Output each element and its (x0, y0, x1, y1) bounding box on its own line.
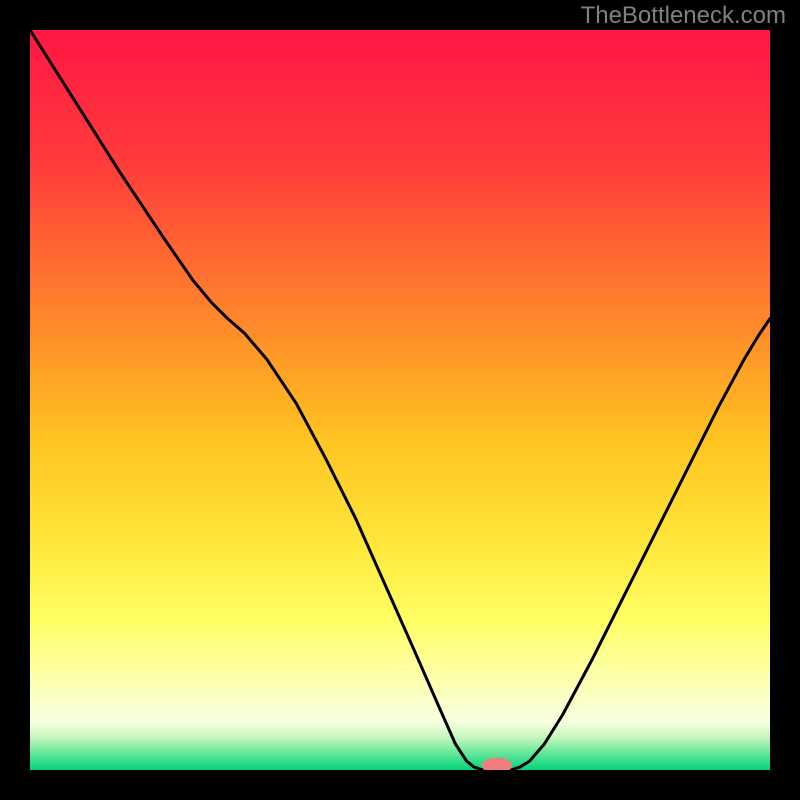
chart-frame: TheBottleneck.com (0, 0, 800, 800)
minimum-marker (482, 758, 512, 774)
chart-canvas (0, 0, 800, 800)
gradient-background (30, 30, 770, 770)
watermark-text: TheBottleneck.com (581, 2, 786, 30)
